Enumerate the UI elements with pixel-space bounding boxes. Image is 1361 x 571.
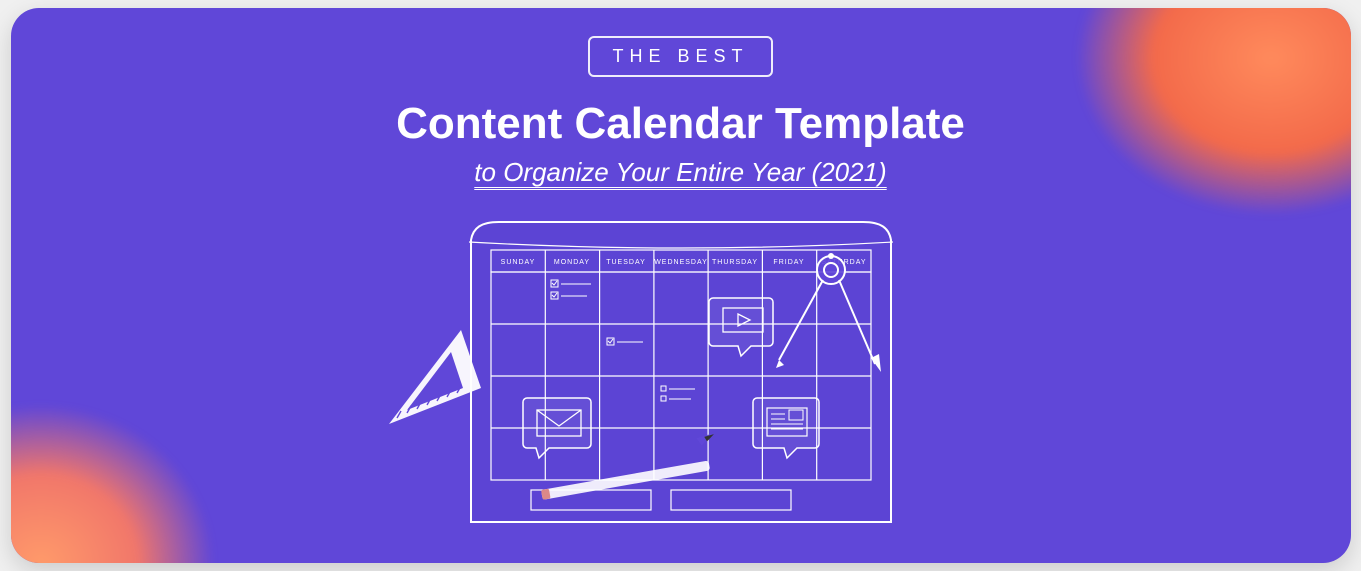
day-label: THURSDAY [712, 259, 758, 266]
day-label: TUESDAY [606, 259, 646, 266]
day-label: MONDAY [553, 259, 589, 266]
hero-banner: THE BEST Content Calendar Template to Or… [11, 8, 1351, 563]
day-label: FRIDAY [773, 259, 804, 266]
ruler-triangle-icon [389, 330, 481, 424]
content-stack: THE BEST Content Calendar Template to Or… [11, 8, 1351, 552]
blueprint-svg: SUNDAY MONDAY TUESDAY WEDNESDAY THURSDAY… [381, 212, 981, 552]
main-title: Content Calendar Template [396, 99, 965, 149]
eyebrow-badge: THE BEST [588, 36, 772, 77]
day-label: SUNDAY [500, 259, 535, 266]
blueprint-illustration: SUNDAY MONDAY TUESDAY WEDNESDAY THURSDAY… [381, 212, 981, 552]
day-label: WEDNESDAY [654, 259, 708, 266]
subtitle: to Organize Your Entire Year (2021) [474, 157, 886, 188]
